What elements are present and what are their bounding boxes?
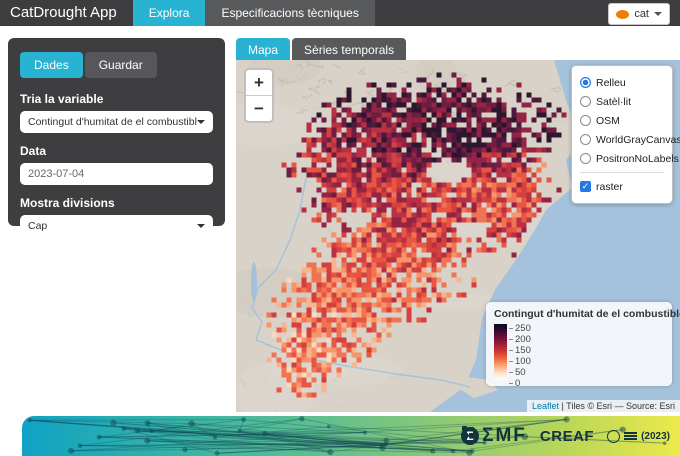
language-selector[interactable]: cat: [608, 3, 670, 25]
creaf-logo: CREAF: [540, 428, 594, 445]
divisions-select[interactable]: Cap: [20, 215, 213, 237]
radio-icon: [580, 134, 591, 145]
radio-icon: [580, 115, 591, 126]
app-title: CatDrought App: [0, 0, 133, 26]
tab-mapa[interactable]: Mapa: [236, 38, 290, 62]
layers-separator: [580, 172, 664, 173]
layer-label: PositronNoLabels: [596, 153, 679, 165]
layer-radio-relleu[interactable]: Relleu: [580, 73, 664, 92]
layer-radio-worldgraycanvas[interactable]: WorldGrayCanvas: [580, 130, 664, 149]
layer-label: Satèl·lit: [596, 96, 631, 108]
zoom-control: + −: [244, 68, 274, 123]
chevron-down-icon: [197, 120, 205, 124]
legend-colorbar: [494, 324, 507, 380]
map-legend: Contingut d'humitat de el combustible vi…: [486, 302, 672, 386]
legend-title: Contingut d'humitat de el combustible vi…: [494, 308, 664, 320]
emf-logo-text: ΣMF: [482, 425, 527, 447]
legend-ticks: 250 200 150 100 50 0: [509, 323, 531, 381]
checkbox-checked-icon: ✓: [580, 181, 591, 192]
sidebar-tabs: Dades Guardar: [20, 52, 213, 78]
badge-text-lines: [624, 431, 637, 442]
radio-selected-icon: [580, 77, 591, 88]
layer-label: WorldGrayCanvas: [596, 134, 680, 146]
nav-tab-explora[interactable]: Explora: [133, 0, 206, 26]
legend-tick: 0: [509, 378, 531, 389]
variable-select[interactable]: Contingut d'humitat de el combustible vi…: [20, 111, 213, 133]
tab-dades[interactable]: Dades: [20, 52, 83, 78]
footer-banner: Σ ΣMF CREAF (2023): [22, 416, 680, 456]
language-value: cat: [634, 8, 649, 20]
footer-year: (2023): [641, 431, 670, 442]
layer-label: Relleu: [596, 77, 626, 89]
attribution-text: | Tiles © Esri — Source: Esri: [559, 401, 675, 411]
leaflet-map[interactable]: + − Relleu Satèl·lit OSM WorldGrayCanvas…: [236, 60, 680, 412]
legend-body: 250 200 150 100 50 0: [494, 324, 664, 381]
zoom-in-button[interactable]: +: [246, 70, 272, 96]
footer-logos: Σ ΣMF CREAF (2023): [461, 425, 670, 447]
legend-tick: 100: [509, 356, 531, 367]
variable-label: Tria la variable: [20, 92, 213, 106]
tab-series-temporals[interactable]: Sèries temporals: [292, 38, 406, 62]
divisions-label: Mostra divisions: [20, 196, 213, 210]
creaf-logo-text: CREAF: [540, 428, 594, 445]
overlay-label: raster: [596, 181, 623, 193]
radio-icon: [580, 96, 591, 107]
tab-guardar[interactable]: Guardar: [85, 52, 157, 78]
map-attribution: Leaflet | Tiles © Esri — Source: Esri: [527, 400, 680, 412]
creaf-mark-icon: [461, 425, 476, 440]
language-flag-icon: [616, 10, 629, 19]
date-field-wrap: [20, 163, 213, 185]
date-label: Data: [20, 144, 213, 158]
layer-radio-satellit[interactable]: Satèl·lit: [580, 92, 664, 111]
badge-circle-icon: [607, 430, 620, 443]
legend-tick: 50: [509, 367, 531, 378]
radio-icon: [580, 153, 591, 164]
variable-selected-value: Contingut d'humitat de el combustible vi…: [28, 116, 197, 128]
layer-radio-positronnolabels[interactable]: PositronNoLabels: [580, 149, 664, 168]
layers-control: Relleu Satèl·lit OSM WorldGrayCanvas Pos…: [571, 65, 673, 204]
map-view-tabs: Mapa Sèries temporals: [236, 38, 406, 62]
chevron-down-icon: [197, 224, 205, 228]
overlay-checkbox-raster[interactable]: ✓ raster: [580, 177, 664, 196]
layer-radio-osm[interactable]: OSM: [580, 111, 664, 130]
legend-tick: 250: [509, 323, 531, 334]
date-input[interactable]: [28, 168, 205, 180]
sidebar-panel: Dades Guardar Tria la variable Contingut…: [8, 38, 225, 226]
divisions-selected-value: Cap: [28, 220, 197, 232]
excellence-badge-logo: (2023): [607, 430, 670, 443]
legend-tick: 150: [509, 345, 531, 356]
layer-label: OSM: [596, 115, 620, 127]
chevron-down-icon: [654, 12, 662, 16]
leaflet-link[interactable]: Leaflet: [532, 401, 559, 411]
legend-tick: 200: [509, 334, 531, 345]
nav-tab-especificacions[interactable]: Especificacions tècniques: [205, 0, 374, 26]
zoom-out-button[interactable]: −: [246, 96, 272, 121]
top-navbar: CatDrought App Explora Especificacions t…: [0, 0, 680, 26]
